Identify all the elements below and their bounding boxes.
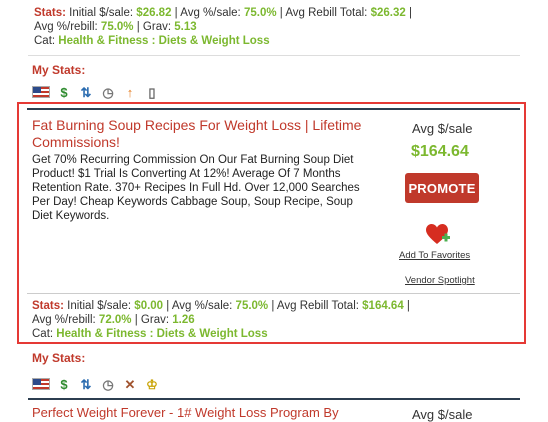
listing-title[interactable]: Fat Burning Soup Recipes For Weight Loss… xyxy=(32,117,362,151)
category-row: Cat: Health & Fitness : Diets & Weight L… xyxy=(34,35,270,47)
stats-row: Stats: Initial $/sale: $26.82 | Avg %/sa… xyxy=(34,7,412,19)
avg-sale-value: $164.64 xyxy=(411,143,469,160)
listing-stats: Stats: Initial $/sale: $0.00 | Avg %/sal… xyxy=(32,299,512,341)
next-listing-title[interactable]: Perfect Weight Forever - 1# Weight Loss … xyxy=(32,405,339,420)
category-link[interactable]: Health & Fitness : Diets & Weight Loss xyxy=(58,35,269,47)
transfer-icon[interactable]: ⇅ xyxy=(78,376,94,392)
listing-description: Get 70% Recurring Commission On Our Fat … xyxy=(32,154,360,222)
heart-plus-icon[interactable] xyxy=(425,223,451,247)
my-stats-icons: $ ⇅ ◷ ✕ ♔ xyxy=(32,376,160,392)
stats-row: Stats: Initial $/sale: $0.00 | Avg %/sal… xyxy=(32,300,410,312)
stats-row-2: Avg %/rebill: 72.0% | Grav: 1.26 xyxy=(32,314,195,326)
listing-divider xyxy=(27,108,520,110)
vendor-spotlight-link[interactable]: Vendor Spotlight xyxy=(405,275,475,286)
promote-button[interactable]: PROMOTE xyxy=(405,173,479,203)
avg-sale-label: Avg $/sale xyxy=(412,121,473,136)
listing-divider xyxy=(28,398,520,400)
dollar-icon[interactable]: $ xyxy=(56,84,72,100)
category-link[interactable]: Health & Fitness : Diets & Weight Loss xyxy=(56,328,267,340)
us-flag-icon[interactable] xyxy=(32,378,50,390)
document-icon[interactable]: ▯ xyxy=(144,84,160,100)
trophy-icon[interactable]: ♔ xyxy=(144,376,160,392)
us-flag-icon[interactable] xyxy=(32,86,50,98)
stats-row-2: Avg %/rebill: 75.0% | Grav: 5.13 xyxy=(34,21,197,33)
my-stats-icons: $ ⇅ ◷ ↑ ▯ xyxy=(32,84,160,100)
add-to-favorites-link[interactable]: Add To Favorites xyxy=(399,250,470,261)
transfer-icon[interactable]: ⇅ xyxy=(78,84,94,100)
avg-sale-label: Avg $/sale xyxy=(412,407,473,422)
dollar-icon[interactable]: $ xyxy=(56,376,72,392)
clock-icon[interactable]: ◷ xyxy=(100,84,116,100)
divider xyxy=(27,293,520,294)
category-row: Cat: Health & Fitness : Diets & Weight L… xyxy=(32,328,268,340)
divider xyxy=(28,55,520,56)
clock-icon[interactable]: ◷ xyxy=(100,376,116,392)
my-stats-heading: My Stats: xyxy=(32,63,86,77)
tools-icon[interactable]: ✕ xyxy=(122,376,138,392)
top-listing-stats: Stats: Initial $/sale: $26.82 | Avg %/sa… xyxy=(34,6,524,48)
arrow-up-icon[interactable]: ↑ xyxy=(122,84,138,100)
my-stats-heading: My Stats: xyxy=(32,351,86,365)
